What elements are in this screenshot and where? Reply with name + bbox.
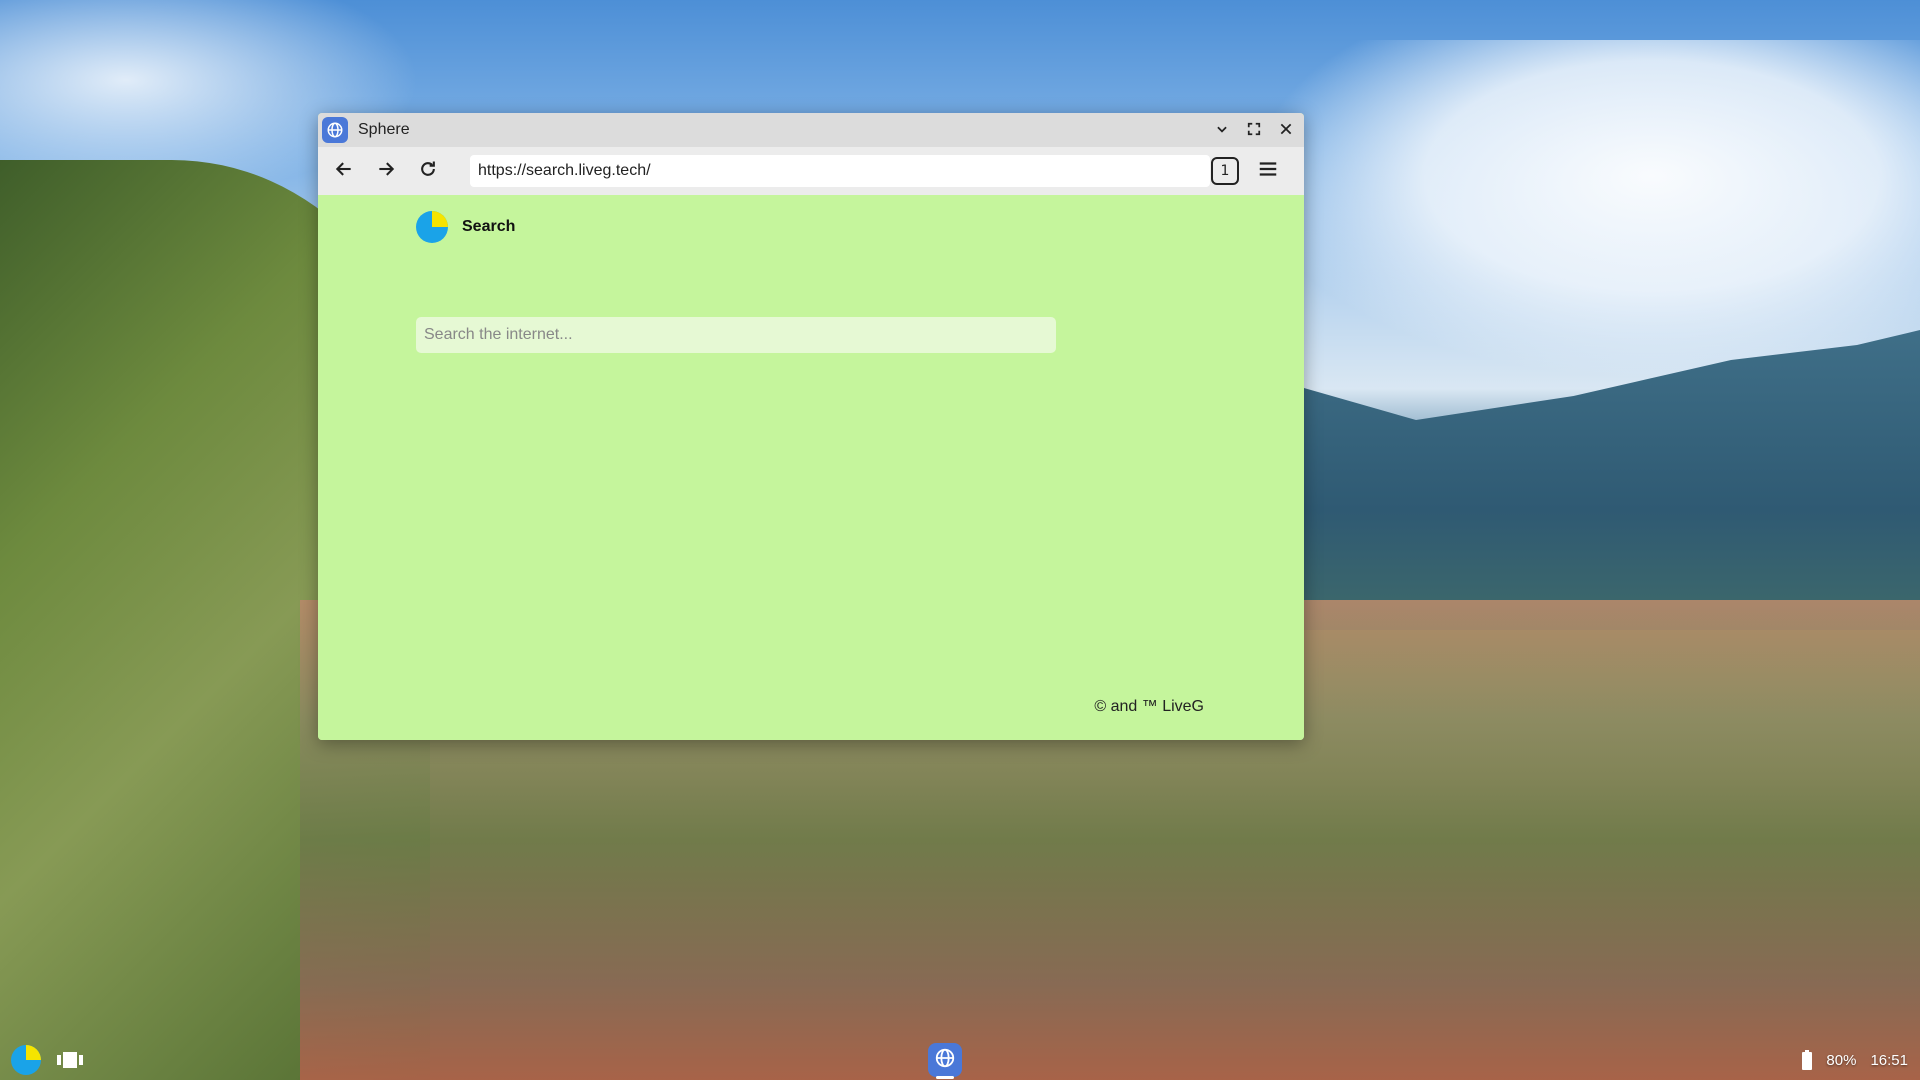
start-button[interactable] bbox=[10, 1044, 42, 1076]
liveg-logo-icon bbox=[416, 211, 448, 243]
menu-button[interactable] bbox=[1254, 157, 1282, 185]
page-content: Search © and ™ LiveG bbox=[318, 195, 1304, 740]
arrow-right-icon bbox=[376, 159, 396, 183]
battery-level: 80% bbox=[1826, 1051, 1857, 1069]
active-app-indicator bbox=[936, 1076, 954, 1079]
browser-toolbar: https://search.liveg.tech/ 1 bbox=[318, 147, 1304, 195]
back-button[interactable] bbox=[328, 155, 360, 187]
chevron-down-icon bbox=[1215, 121, 1229, 140]
address-bar[interactable]: https://search.liveg.tech/ bbox=[470, 155, 1210, 187]
close-icon bbox=[1279, 121, 1293, 140]
reload-button[interactable] bbox=[412, 155, 444, 187]
minimize-button[interactable] bbox=[1212, 120, 1232, 140]
maximize-button[interactable] bbox=[1244, 120, 1264, 140]
globe-icon bbox=[934, 1047, 956, 1073]
address-bar-text: https://search.liveg.tech/ bbox=[478, 162, 651, 179]
window-controls bbox=[1212, 113, 1296, 147]
wallpaper-clouds bbox=[1250, 40, 1920, 380]
browser-window: Sphere https://search.liveg.tech/ 1 Sear… bbox=[318, 113, 1304, 740]
system-tray[interactable]: 80% 16:51 bbox=[1802, 1040, 1908, 1080]
tabs-button[interactable]: 1 bbox=[1211, 157, 1239, 185]
hamburger-icon bbox=[1257, 158, 1279, 184]
globe-icon bbox=[322, 117, 348, 143]
taskbar: 80% 16:51 bbox=[0, 1040, 1920, 1080]
close-button[interactable] bbox=[1276, 120, 1296, 140]
liveg-start-icon bbox=[11, 1045, 41, 1075]
fullscreen-icon bbox=[1247, 121, 1261, 140]
footer-copyright: © and ™ LiveG bbox=[1094, 698, 1204, 715]
brand-header[interactable]: Search bbox=[416, 211, 515, 243]
taskbar-app-sphere[interactable] bbox=[928, 1043, 962, 1077]
arrow-left-icon bbox=[334, 159, 354, 183]
battery-icon bbox=[1802, 1050, 1813, 1070]
brand-name: Search bbox=[462, 218, 516, 235]
forward-button[interactable] bbox=[370, 155, 402, 187]
search-input[interactable] bbox=[416, 317, 1056, 353]
task-switcher-button[interactable] bbox=[56, 1048, 84, 1072]
title-bar[interactable]: Sphere bbox=[318, 113, 1304, 147]
window-title: Sphere bbox=[358, 121, 410, 138]
task-switcher-icon bbox=[57, 1052, 83, 1068]
clock: 16:51 bbox=[1870, 1051, 1908, 1069]
reload-icon bbox=[418, 159, 438, 183]
